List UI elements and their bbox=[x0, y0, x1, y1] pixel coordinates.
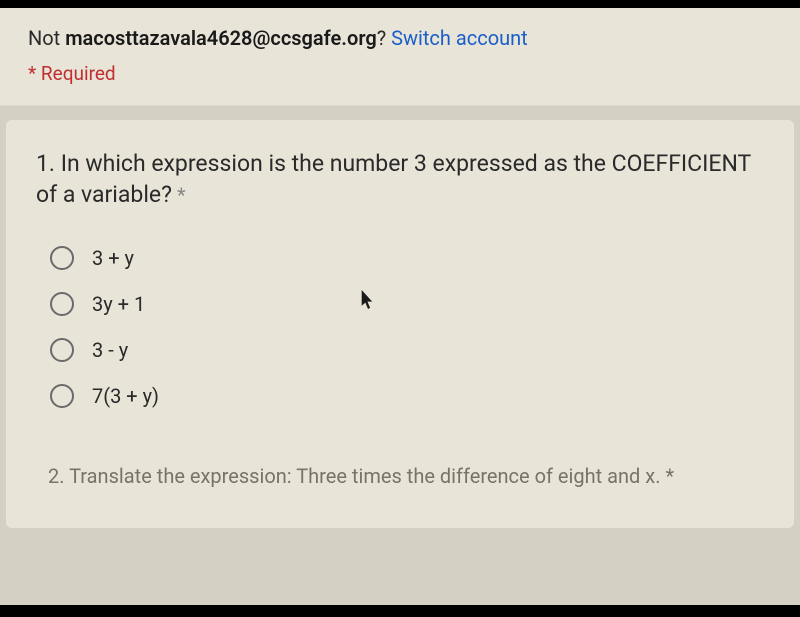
option-3[interactable]: 7(3 + y) bbox=[50, 384, 764, 408]
option-2[interactable]: 3 - y bbox=[50, 338, 764, 362]
option-label: 7(3 + y) bbox=[92, 384, 159, 408]
form-header-card: Not macosttazavala4628@ccsgafe.org? Swit… bbox=[0, 8, 800, 106]
question-1-text: 1. In which expression is the number 3 e… bbox=[36, 148, 764, 210]
question-number: 1. bbox=[36, 150, 61, 177]
radio-icon bbox=[50, 246, 74, 270]
question-required-mark: * bbox=[172, 183, 186, 207]
switch-account-link[interactable]: Switch account bbox=[391, 26, 528, 50]
required-label: Required bbox=[41, 62, 116, 85]
option-label: 3 - y bbox=[92, 338, 128, 362]
required-indicator: * Required bbox=[28, 62, 772, 85]
option-1[interactable]: 3y + 1 bbox=[50, 292, 764, 316]
question-1-card: 1. In which expression is the number 3 e… bbox=[6, 120, 794, 528]
radio-icon bbox=[50, 292, 74, 316]
not-label: Not bbox=[28, 26, 65, 50]
bottom-black-bar bbox=[0, 605, 800, 617]
question-body: In which expression is the number 3 expr… bbox=[36, 150, 751, 208]
radio-icon bbox=[50, 338, 74, 362]
account-email: macosttazavala4628@ccsgafe.org bbox=[65, 26, 377, 50]
radio-icon bbox=[50, 384, 74, 408]
option-label: 3y + 1 bbox=[92, 292, 145, 316]
option-0[interactable]: 3 + y bbox=[50, 246, 764, 270]
account-switch-line: Not macosttazavala4628@ccsgafe.org? Swit… bbox=[28, 26, 772, 50]
question-1-options: 3 + y 3y + 1 3 - y 7(3 + y) bbox=[36, 246, 764, 408]
top-black-bar bbox=[0, 0, 800, 8]
option-label: 3 + y bbox=[92, 246, 134, 270]
question-mark: ? bbox=[377, 26, 391, 50]
question-2-preview: 2. Translate the expression: Three times… bbox=[36, 464, 764, 488]
required-asterisk: * bbox=[28, 62, 41, 85]
